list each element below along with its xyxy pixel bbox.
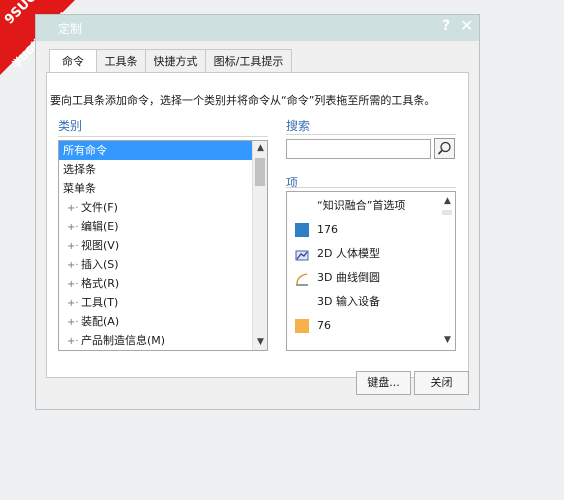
- expand-icon[interactable]: +·: [67, 313, 81, 332]
- category-item[interactable]: 所有命令: [59, 141, 267, 160]
- command-item-label: 3D 输入设备: [317, 295, 380, 308]
- category-item[interactable]: 选择条: [59, 160, 267, 179]
- scroll-up-icon[interactable]: ▲: [440, 194, 455, 209]
- category-item[interactable]: +· 装配(A): [59, 312, 267, 331]
- category-item[interactable]: +· 产品制造信息(M): [59, 331, 267, 350]
- category-item-label: 装配(A): [81, 315, 120, 328]
- category-item-label: 菜单条: [63, 182, 96, 195]
- color-swatch-icon: [295, 223, 309, 237]
- command-item[interactable]: 3D 输入设备: [287, 290, 455, 314]
- search-label: 搜索: [286, 119, 311, 133]
- expand-icon[interactable]: +·: [67, 275, 81, 294]
- category-item[interactable]: +· 插入(S): [59, 255, 267, 274]
- scroll-thumb[interactable]: [442, 210, 452, 215]
- command-item[interactable]: 176: [287, 218, 455, 242]
- category-item[interactable]: +· 视图(V): [59, 236, 267, 255]
- category-item-label: 视图(V): [81, 239, 120, 252]
- command-item-label: “知识融合”首选项: [317, 199, 406, 212]
- command-item-label: 176: [317, 223, 338, 236]
- color-swatch-icon: [295, 319, 309, 333]
- scroll-down-icon[interactable]: ▼: [440, 333, 455, 348]
- expand-icon[interactable]: +·: [67, 218, 81, 237]
- categories-scrollbar[interactable]: ▲ ▼: [252, 141, 267, 350]
- items-label: 项: [286, 176, 299, 190]
- category-item-label: 插入(S): [81, 258, 119, 271]
- expand-icon[interactable]: +·: [67, 332, 81, 350]
- categories-list[interactable]: 所有命令 选择条 菜单条 +· 文件(F) +· 编辑(E) +· 视图(V) +· 插入(S) +·…: [58, 140, 268, 351]
- instruction-text: 要向工具条添加命令，选择一个类别并将命令从“命令”列表拖至所需的工具条。: [50, 94, 436, 107]
- expand-icon[interactable]: +·: [67, 237, 81, 256]
- curve-fillet-icon: [295, 271, 309, 286]
- expand-icon[interactable]: +·: [67, 199, 81, 218]
- expand-icon[interactable]: +·: [67, 294, 81, 313]
- category-item[interactable]: +· 编辑(E): [59, 217, 267, 236]
- command-item[interactable]: 3D 曲线倒圆: [287, 266, 455, 290]
- scroll-up-icon[interactable]: ▲: [253, 141, 267, 156]
- command-item[interactable]: “知识融合”首选项: [287, 194, 455, 218]
- category-item[interactable]: 菜单条: [59, 179, 267, 198]
- close-icon[interactable]: ✕: [460, 16, 473, 35]
- category-item-label: 选择条: [63, 163, 96, 176]
- search-input[interactable]: [286, 139, 431, 159]
- human-model-icon: [295, 247, 309, 261]
- tab-shortcuts[interactable]: 快捷方式: [145, 49, 206, 73]
- command-item-label: 76: [317, 319, 331, 332]
- category-item-label: 工具(T): [81, 296, 119, 309]
- tab-toolbars[interactable]: 工具条: [96, 49, 146, 73]
- category-item-label: 文件(F): [81, 201, 118, 214]
- search-icon: [437, 141, 451, 155]
- command-item-label: 2D 人体模型: [317, 247, 380, 260]
- categories-label: 类别: [58, 119, 83, 133]
- category-item[interactable]: +· 工具(T): [59, 293, 267, 312]
- category-item-label: 所有命令: [63, 144, 107, 157]
- category-item-label: 产品制造信息(M): [81, 334, 166, 347]
- command-item[interactable]: 76: [287, 314, 455, 338]
- scroll-down-icon[interactable]: ▼: [253, 335, 267, 350]
- customize-dialog: 定制 ? ✕ 命令 工具条 快捷方式 图标/工具提示 要向工具条添加命令，选择一…: [35, 14, 480, 410]
- expand-icon[interactable]: +·: [67, 256, 81, 275]
- scroll-thumb[interactable]: [255, 158, 265, 186]
- category-item-label: 格式(R): [81, 277, 120, 290]
- command-item-label: 3D 曲线倒圆: [317, 271, 380, 284]
- divider: [286, 187, 456, 188]
- category-item-label: 编辑(E): [81, 220, 119, 233]
- divider: [286, 134, 456, 135]
- divider: [58, 136, 268, 137]
- command-item[interactable]: 2D 人体模型: [287, 242, 455, 266]
- category-item[interactable]: +· 文件(F): [59, 198, 267, 217]
- close-button[interactable]: 关闭: [414, 371, 469, 395]
- window-title: 定制: [58, 22, 83, 36]
- keyboard-button[interactable]: 键盘...: [356, 371, 411, 395]
- title-bar[interactable]: 定制 ? ✕: [36, 15, 479, 41]
- items-list[interactable]: “知识融合”首选项 176 2D 人体模型 3D 曲线倒圆 3D 输入设备 76 ▲ ▼: [286, 191, 456, 351]
- tab-icons-tooltips[interactable]: 图标/工具提示: [205, 49, 292, 73]
- search-button[interactable]: [434, 138, 455, 159]
- help-icon[interactable]: ?: [442, 18, 450, 34]
- items-scrollbar[interactable]: ▲ ▼: [440, 192, 455, 350]
- category-item[interactable]: +· 格式(R): [59, 274, 267, 293]
